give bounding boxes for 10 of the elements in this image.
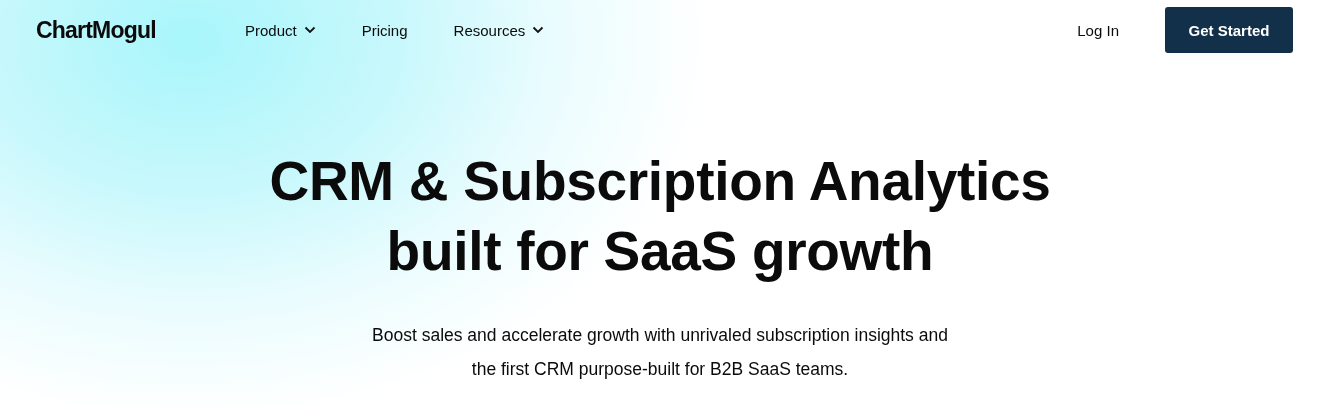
nav-link[interactable]: Pricing <box>361 21 408 39</box>
get-started-button[interactable]: Get Started <box>1165 7 1293 53</box>
nav-menu[interactable]: Resources <box>453 21 545 39</box>
caret-icon <box>532 26 545 34</box>
hero-heading: CRM & Subscription Analytics built for SaaS growth <box>269 149 1051 284</box>
login-link[interactable]: Log In <box>1077 21 1119 39</box>
hero-subtitle: Boost sales and accelerate growth with unrivaled subscription insights and the first CRM purpose-built for B2B SaaS teams. <box>372 324 948 381</box>
logo[interactable]: ChartMogul <box>36 16 245 44</box>
caret-icon <box>303 26 316 34</box>
nav-menu[interactable]: Product <box>245 21 316 39</box>
